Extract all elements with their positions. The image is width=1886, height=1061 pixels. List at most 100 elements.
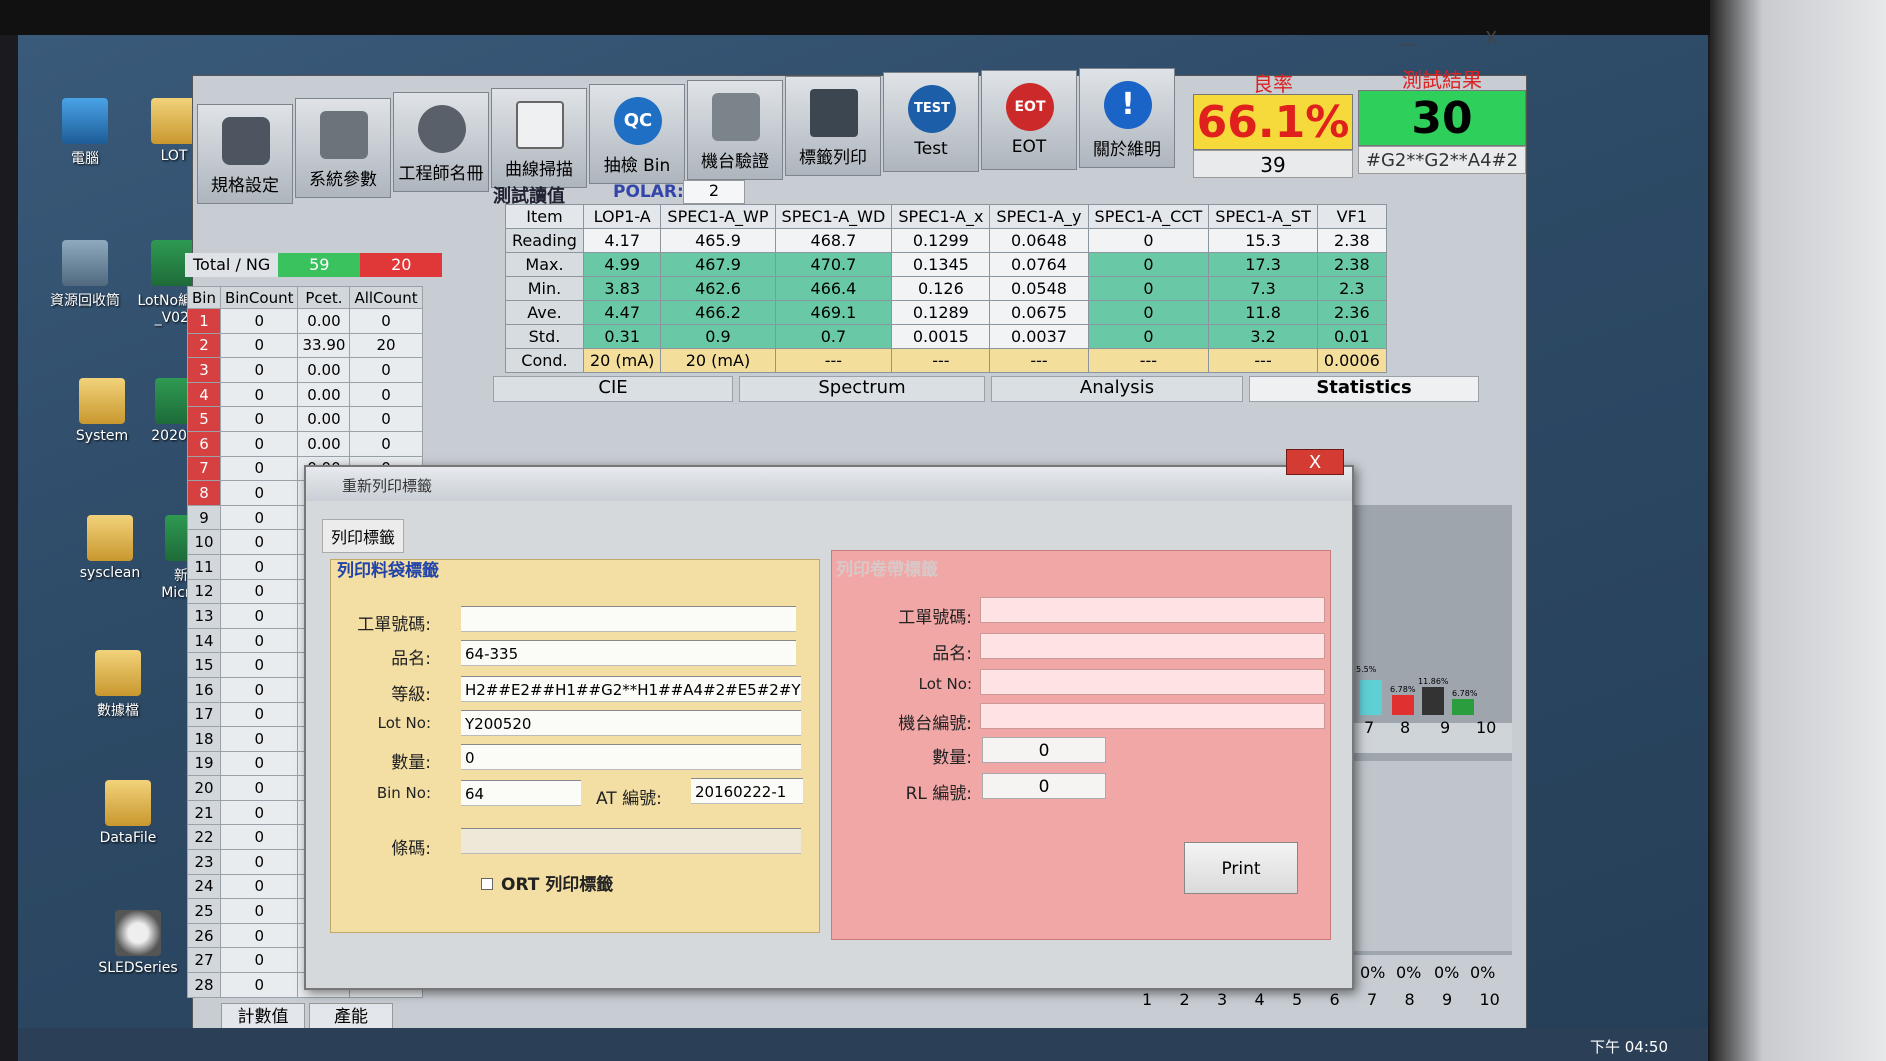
result-code: #G2**G2**A4#2 xyxy=(1358,146,1526,174)
reel-rl-field[interactable]: 0 xyxy=(982,773,1106,799)
sample-bin-button[interactable]: QC 抽檢 Bin xyxy=(589,84,685,184)
reel-qty-field[interactable]: 0 xyxy=(982,737,1106,763)
qty-field[interactable]: 0 xyxy=(461,744,801,770)
curve-scan-button[interactable]: 曲線掃描 xyxy=(491,88,587,188)
bar-label: 6.78% xyxy=(1390,685,1416,694)
eot-button[interactable]: EOT EOT xyxy=(981,70,1077,170)
axis-tick: 10 xyxy=(1476,718,1497,737)
barcode-field[interactable] xyxy=(461,828,801,854)
bin-cell: 0 xyxy=(219,308,299,334)
bin-number: 14 xyxy=(187,627,221,654)
bin-cell: 0 xyxy=(219,652,299,678)
bin-number: 20 xyxy=(187,775,221,801)
window-close-button[interactable]: X xyxy=(1485,28,1497,49)
bin-field[interactable]: 64 xyxy=(461,780,581,806)
polar-input[interactable]: 2 xyxy=(683,180,745,204)
reel-order-field[interactable] xyxy=(980,597,1325,623)
readings-cell: 0 xyxy=(1087,276,1210,301)
axis-tick: 8 xyxy=(1400,718,1411,737)
product-field[interactable]: 64-335 xyxy=(461,640,796,666)
readings-cell: 2.38 xyxy=(1316,252,1387,277)
readings-cell: 0 xyxy=(1087,324,1210,349)
reel-product-field[interactable] xyxy=(980,633,1325,659)
readings-cell: 469.1 xyxy=(774,300,893,325)
toolbar-label: EOT xyxy=(1011,137,1047,157)
bin-number: 27 xyxy=(187,947,221,974)
desktop-icon-sledseries[interactable]: SLEDSeries xyxy=(98,910,178,976)
toolbar-label: Test xyxy=(914,139,948,159)
bin-number: 8 xyxy=(187,480,221,506)
bin-cell: 0 xyxy=(219,578,299,605)
bin-cell: 0 xyxy=(219,726,299,752)
info-icon: ! xyxy=(1104,81,1152,129)
bin-cell: 0 xyxy=(349,381,423,408)
bin-number: 4 xyxy=(187,381,221,408)
bin-cell: 0 xyxy=(219,406,299,432)
readings-col-header: SPEC1-A_y xyxy=(989,204,1089,229)
dialog-tab-print[interactable]: 列印標籤 xyxy=(322,519,405,553)
folder-icon xyxy=(87,515,133,561)
readings-cell: --- xyxy=(774,348,893,373)
readings-cell: 0.7 xyxy=(774,324,893,349)
bin-cell: 0 xyxy=(219,480,299,506)
label-print-button[interactable]: 標籤列印 xyxy=(785,76,881,176)
test-button[interactable]: TEST Test xyxy=(883,72,979,172)
ort-checkbox[interactable] xyxy=(481,878,493,890)
bin-number: 25 xyxy=(187,898,221,924)
bin-col-header: Pcet. xyxy=(297,286,351,309)
reel-lot-field[interactable] xyxy=(980,669,1325,695)
bin-cell: 0.00 xyxy=(297,406,351,432)
readings-cell: 4.47 xyxy=(582,300,662,325)
desktop-icon-label: 資源回收筒 xyxy=(50,293,120,309)
readings-cell: 0.9 xyxy=(660,324,776,349)
order-field[interactable] xyxy=(461,606,796,632)
machine-verify-button[interactable]: 機台驗證 xyxy=(687,80,783,180)
bin-cell: 0 xyxy=(219,332,299,359)
spec-settings-button[interactable]: 規格設定 xyxy=(197,104,293,204)
order-label: 工單號碼: xyxy=(357,615,431,635)
desktop-icon-data[interactable]: 數據檔 xyxy=(78,650,158,720)
tab-count[interactable]: 計數值 xyxy=(221,1003,305,1029)
toolbar-label: 系統參數 xyxy=(309,170,377,190)
desktop-icon-recycle-bin[interactable]: 資源回收筒 xyxy=(45,240,125,310)
lot-label: Lot No: xyxy=(377,714,431,732)
desktop-icon-datafile[interactable]: DataFile xyxy=(88,780,168,846)
pct-label: 0% xyxy=(1360,963,1386,982)
yield-count: 39 xyxy=(1193,150,1353,178)
bin-number: 11 xyxy=(187,553,221,580)
qc-icon: QC xyxy=(614,97,662,145)
taskbar xyxy=(18,1028,1708,1061)
engineer-roster-button[interactable]: 工程師名冊 xyxy=(393,92,489,192)
bin-cell: 0 xyxy=(349,406,423,432)
ort-checkbox-row[interactable]: ORT 列印標籤 xyxy=(481,870,613,895)
system-params-button[interactable]: 系統參數 xyxy=(295,98,391,198)
bin-number: 13 xyxy=(187,603,221,629)
grade-field[interactable]: H2##E2##H1##G2**H1##A4#2#E5#2#Y***** xyxy=(461,676,801,702)
tab-capacity[interactable]: 產能 xyxy=(309,1003,393,1029)
tab-analysis[interactable]: Analysis xyxy=(991,376,1243,402)
desktop-icon-sysclean[interactable]: sysclean xyxy=(70,515,150,581)
totals-bar: Total / NG 59 20 xyxy=(185,253,443,277)
about-button[interactable]: ! 關於維明 xyxy=(1079,68,1175,168)
bottom-axis-tick: 6 xyxy=(1329,990,1340,1009)
bin-number: 5 xyxy=(187,406,221,432)
readings-cell: 0.1299 xyxy=(891,228,991,253)
print-button[interactable]: Print xyxy=(1184,842,1298,894)
dialog-close-button[interactable]: X xyxy=(1286,449,1344,475)
at-field[interactable]: 20160222-1 xyxy=(691,778,803,804)
desktop-icon-computer[interactable]: 電腦 xyxy=(45,98,125,168)
readings-cell: 0 xyxy=(1087,252,1210,277)
reel-machine-field[interactable] xyxy=(980,703,1325,729)
tab-spectrum[interactable]: Spectrum xyxy=(739,376,985,402)
tab-statistics[interactable]: Statistics xyxy=(1249,376,1479,402)
toolbar-label: 工程師名冊 xyxy=(398,164,484,184)
readings-col-header: SPEC1-A_ST xyxy=(1208,204,1318,229)
tab-cie[interactable]: CIE xyxy=(493,376,733,402)
bin-number: 21 xyxy=(187,799,221,826)
readings-cell: 466.2 xyxy=(660,300,776,325)
bin-cell: 0 xyxy=(349,430,423,457)
bin-number: 12 xyxy=(187,578,221,605)
minimize-button[interactable]: — xyxy=(1398,34,1416,55)
desktop-icon-system[interactable]: System xyxy=(62,378,142,444)
lot-field[interactable]: Y200520 xyxy=(461,710,801,736)
